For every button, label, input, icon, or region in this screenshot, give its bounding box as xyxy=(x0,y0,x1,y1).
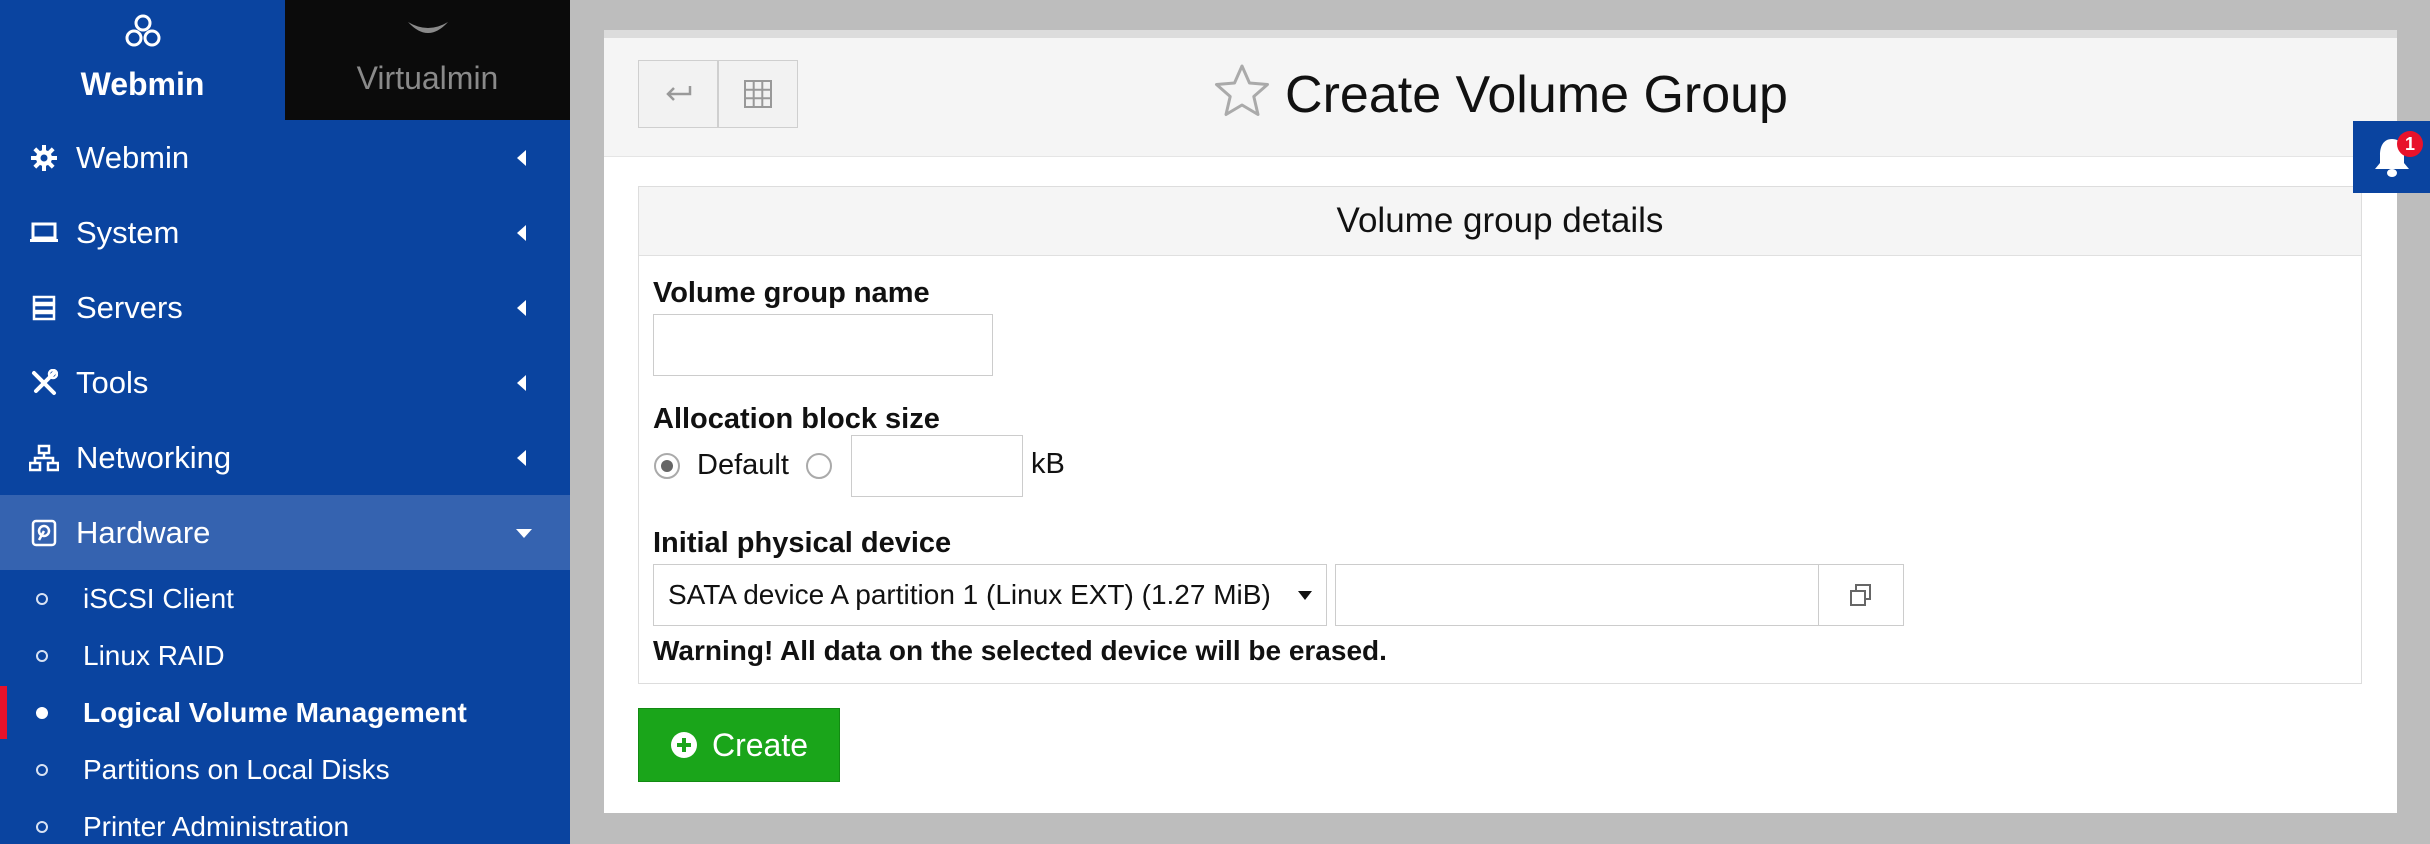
page-title-text: Create Volume Group xyxy=(1285,66,1788,124)
laptop-icon xyxy=(28,217,60,249)
file-chooser-button[interactable] xyxy=(1818,564,1904,626)
caret-left-icon xyxy=(517,449,526,466)
sidebar-item-label: Tools xyxy=(76,364,149,400)
plus-circle-icon xyxy=(670,732,697,758)
copy-icon xyxy=(1850,584,1871,606)
block-size-default-label: Default xyxy=(697,449,789,481)
volume-group-details-section: Volume group details Volume group name A… xyxy=(638,186,2362,684)
sidebar-item-label: Printer Administration xyxy=(83,810,350,842)
main-panel: Create Volume Group Volume group details… xyxy=(604,30,2397,813)
page-title: Create Volume Group xyxy=(604,60,2397,130)
sidebar-item-label: Networking xyxy=(76,439,232,475)
sidebar-item-label: Servers xyxy=(76,289,183,325)
hardware-submenu: iSCSI Client Linux RAID Logical Volume M… xyxy=(0,570,570,844)
sidebar-menu: Webmin System Servers Tools Networking H… xyxy=(0,120,570,570)
sidebar-item-label: System xyxy=(76,214,180,250)
block-size-custom-input[interactable] xyxy=(851,435,1023,497)
vg-name-input[interactable] xyxy=(653,314,993,376)
block-size-label: Allocation block size xyxy=(653,403,940,435)
sidebar-item-linux-raid[interactable]: Linux RAID xyxy=(0,627,570,684)
sidebar-item-label: Logical Volume Management xyxy=(83,696,467,728)
block-size-custom-radio[interactable] xyxy=(806,453,832,479)
chevron-down-icon xyxy=(407,22,448,33)
caret-left-icon xyxy=(517,224,526,241)
harddisk-icon xyxy=(28,517,60,549)
sidebar-item-webmin[interactable]: Webmin xyxy=(0,120,570,195)
physical-device-selected: SATA device A partition 1 (Linux EXT) (1… xyxy=(668,579,1271,610)
sidebar-tabs: Webmin Virtualmin xyxy=(0,0,570,120)
sidebar-item-partitions-on-local-disks[interactable]: Partitions on Local Disks xyxy=(0,741,570,798)
sidebar-item-label: iSCSI Client xyxy=(83,582,234,614)
sidebar-item-label: Webmin xyxy=(76,139,190,175)
star-icon[interactable] xyxy=(1213,62,1271,120)
block-size-unit: kB xyxy=(1031,448,1065,480)
sidebar: Webmin Virtualmin Webmin System Servers … xyxy=(0,0,570,844)
sidebar-item-label: Hardware xyxy=(76,514,211,550)
gear-icon xyxy=(28,142,60,174)
section-title: Volume group details xyxy=(639,187,2361,256)
tab-virtualmin-label: Virtualmin xyxy=(356,60,499,96)
bullet-icon xyxy=(36,592,48,605)
network-icon xyxy=(28,442,60,474)
sidebar-item-label: Partitions on Local Disks xyxy=(83,753,390,785)
vg-name-label: Volume group name xyxy=(653,277,930,309)
sidebar-item-iscsi-client[interactable]: iSCSI Client xyxy=(0,570,570,627)
bullet-icon xyxy=(36,706,48,719)
server-icon xyxy=(28,292,60,324)
create-button-label: Create xyxy=(711,726,809,763)
dropdown-arrow-icon xyxy=(1298,591,1312,600)
caret-left-icon xyxy=(517,374,526,391)
notifications-button[interactable]: 1 xyxy=(2353,121,2430,193)
create-button[interactable]: Create xyxy=(638,708,840,782)
tab-virtualmin[interactable]: Virtualmin xyxy=(285,0,570,120)
caret-left-icon xyxy=(517,149,526,166)
sidebar-item-servers[interactable]: Servers xyxy=(0,270,570,345)
tools-icon xyxy=(28,367,60,399)
webmin-logo-icon xyxy=(125,14,160,47)
bullet-icon xyxy=(36,820,48,833)
caret-down-icon xyxy=(516,528,532,538)
physical-device-label: Initial physical device xyxy=(653,527,952,559)
notification-count-badge: 1 xyxy=(2397,131,2423,157)
tab-webmin[interactable]: Webmin xyxy=(0,0,285,120)
sidebar-item-printer-administration[interactable]: Printer Administration xyxy=(0,798,570,844)
physical-device-path-input[interactable] xyxy=(1335,564,1819,626)
physical-device-select[interactable]: SATA device A partition 1 (Linux EXT) (1… xyxy=(653,564,1327,626)
sidebar-item-hardware[interactable]: Hardware xyxy=(0,495,570,570)
sidebar-item-system[interactable]: System xyxy=(0,195,570,270)
bullet-icon xyxy=(36,763,48,776)
block-size-default-radio[interactable] xyxy=(654,453,680,479)
tab-webmin-label: Webmin xyxy=(80,66,205,102)
sidebar-item-networking[interactable]: Networking xyxy=(0,420,570,495)
sidebar-item-tools[interactable]: Tools xyxy=(0,345,570,420)
panel-header: Create Volume Group xyxy=(604,38,2397,157)
current-marker xyxy=(0,686,7,739)
sidebar-item-logical-volume-management[interactable]: Logical Volume Management xyxy=(0,684,570,741)
sidebar-item-label: Linux RAID xyxy=(83,639,225,671)
bullet-icon xyxy=(36,649,48,662)
caret-left-icon xyxy=(517,299,526,316)
erase-warning: Warning! All data on the selected device… xyxy=(653,635,1387,666)
